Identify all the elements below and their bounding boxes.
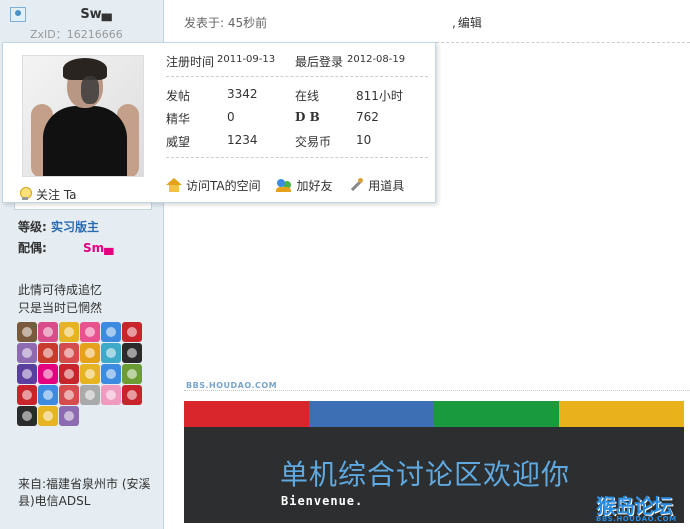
- stat-label: D B: [295, 110, 320, 124]
- edit-link[interactable]: 编辑: [452, 14, 482, 31]
- banner-stripe: [184, 401, 309, 427]
- medal-icon[interactable]: [38, 364, 58, 384]
- use-tool-link[interactable]: 用道具: [348, 177, 404, 194]
- spouse-label: 配偶:: [18, 241, 47, 255]
- last-login-value: 2012-08-19: [347, 54, 406, 65]
- last-login-label: 最后登录: [295, 55, 344, 69]
- follow-button[interactable]: 关注 Ta: [19, 186, 77, 203]
- user-profile-card: 关注 Ta 注册时间 2011-09-13 最后登录 2012-08-19 发帖…: [2, 42, 436, 203]
- banner-watermark: BBS.HOUDAO.COM: [186, 381, 278, 390]
- stat-label: 在线: [295, 89, 320, 103]
- medal-icon[interactable]: [122, 343, 142, 363]
- avatar-figure: [81, 76, 99, 104]
- stat-value: 811小时: [356, 89, 403, 103]
- add-friend-label: 加好友: [296, 179, 333, 193]
- reg-time-value: 2011-09-13: [217, 54, 276, 65]
- medal-icon[interactable]: [17, 364, 37, 384]
- divider: [166, 157, 428, 158]
- level-label: 等级:: [18, 220, 47, 234]
- medal-icon[interactable]: [38, 322, 58, 342]
- banner-stripe: [559, 401, 684, 427]
- user-signature: 此情可待成追忆 只是当时已惘然: [18, 281, 102, 317]
- level-value-link[interactable]: 实习版主: [51, 220, 99, 234]
- stat-value: 1234: [227, 133, 258, 147]
- banner-stripe: [434, 401, 559, 427]
- spouse-link[interactable]: Sm▄: [83, 241, 113, 255]
- stat-label: 交易币: [295, 135, 332, 149]
- medal-icon[interactable]: [17, 406, 37, 426]
- friends-icon: [276, 178, 292, 192]
- medal-list: [17, 322, 157, 427]
- follow-label: 关注 Ta: [36, 188, 77, 202]
- user-avatar[interactable]: [22, 55, 144, 177]
- user-zxid: ZxID：16216666: [30, 28, 123, 41]
- post-time: 发表于: 45秒前: [184, 16, 268, 30]
- avatar-figure: [43, 106, 127, 176]
- medal-icon[interactable]: [38, 343, 58, 363]
- stat-value: 0: [227, 110, 235, 124]
- medal-icon[interactable]: [59, 406, 79, 426]
- site-logo-url: BBS.HOUDAO.COM: [596, 515, 677, 523]
- reg-time-label: 注册时间: [166, 55, 215, 69]
- divider: [166, 76, 428, 77]
- medal-icon[interactable]: [80, 385, 100, 405]
- signature-line: 只是当时已惘然: [18, 301, 103, 315]
- user-spouse: 配偶: Sm▄: [18, 239, 113, 256]
- banner-stripe: [309, 401, 434, 427]
- profile-actions: 访问TA的空间 加好友 用道具: [166, 177, 416, 194]
- use-tool-label: 用道具: [368, 179, 405, 193]
- medal-icon[interactable]: [59, 322, 79, 342]
- user-location: 来自:福建省泉州市 (安溪县)电信ADSL: [18, 477, 151, 508]
- divider: [184, 390, 690, 391]
- stat-value: 10: [356, 133, 372, 147]
- medal-icon[interactable]: [80, 322, 100, 342]
- username-link[interactable]: Sw▄: [0, 7, 164, 22]
- banner-subtitle: Bienvenue.: [281, 494, 364, 508]
- medal-icon[interactable]: [59, 385, 79, 405]
- medal-icon[interactable]: [17, 385, 37, 405]
- medal-icon[interactable]: [101, 385, 121, 405]
- add-friend-link[interactable]: 加好友: [276, 177, 332, 194]
- banner-title: 单机综合讨论区欢迎你: [280, 458, 571, 491]
- home-icon: [166, 178, 182, 192]
- medal-icon[interactable]: [17, 322, 37, 342]
- medal-icon[interactable]: [122, 385, 142, 405]
- medal-icon[interactable]: [59, 364, 79, 384]
- stat-label: 威望: [166, 135, 191, 149]
- user-level: 等级: 实习版主: [18, 218, 99, 235]
- visit-space-link[interactable]: 访问TA的空间: [166, 177, 261, 194]
- signature-line: 此情可待成追忆: [18, 283, 103, 297]
- medal-icon[interactable]: [80, 364, 100, 384]
- medal-icon[interactable]: [101, 322, 121, 342]
- bulb-icon: [19, 187, 32, 201]
- tool-icon: [348, 178, 364, 192]
- medal-icon[interactable]: [17, 343, 37, 363]
- medal-icon[interactable]: [101, 364, 121, 384]
- forum-post: Sw▄ ZxID：16216666 等级: 实习版主 配偶: Sm▄ 此情可待成…: [0, 0, 690, 529]
- stat-value: 762: [356, 110, 379, 124]
- stat-value: 3342: [227, 87, 258, 101]
- medal-icon[interactable]: [80, 343, 100, 363]
- medal-icon[interactable]: [101, 343, 121, 363]
- stat-label: 精华: [166, 112, 191, 126]
- visit-space-label: 访问TA的空间: [186, 179, 261, 193]
- medal-icon[interactable]: [38, 406, 58, 426]
- medal-icon[interactable]: [38, 385, 58, 405]
- medal-icon[interactable]: [59, 343, 79, 363]
- medal-icon[interactable]: [122, 322, 142, 342]
- medal-icon[interactable]: [122, 364, 142, 384]
- post-header: 发表于: 45秒前 编辑: [165, 0, 690, 43]
- stat-label: 发帖: [166, 89, 191, 103]
